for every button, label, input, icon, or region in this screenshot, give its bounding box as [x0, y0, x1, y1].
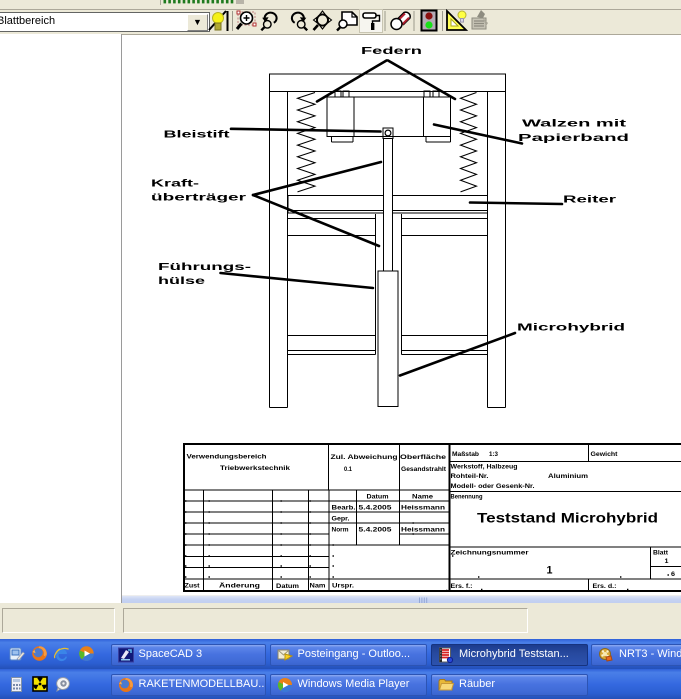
- svg-text:Kraft-: Kraft-: [151, 178, 200, 190]
- svg-text:Gepr.: Gepr.: [332, 516, 350, 523]
- svg-text:Name: Name: [412, 494, 433, 501]
- svg-text:hülse: hülse: [158, 275, 205, 287]
- svg-text:Walzen mit: Walzen mit: [522, 118, 627, 130]
- svg-text:5.4.2005: 5.4.2005: [359, 505, 392, 512]
- svg-text:Triebwerkstechnik: Triebwerkstechnik: [220, 465, 290, 472]
- svg-text:Werkstoff, Halbzeug: Werkstoff, Halbzeug: [451, 464, 518, 471]
- svg-text:Heissmann: Heissmann: [401, 527, 445, 534]
- svg-text:Datum: Datum: [276, 583, 299, 590]
- svg-text:Oberfläche: Oberfläche: [400, 454, 447, 461]
- svg-text:Rohteil-Nr.: Rohteil-Nr.: [451, 473, 489, 480]
- svg-text:Datum: Datum: [367, 494, 389, 501]
- svg-text:Aluminium: Aluminium: [548, 473, 588, 480]
- svg-text:6: 6: [671, 571, 675, 578]
- svg-text:1: 1: [547, 565, 553, 577]
- svg-text:Ers. d.:: Ers. d.:: [593, 583, 617, 590]
- svg-text:Bleistift: Bleistift: [164, 129, 231, 141]
- svg-text:Zust: Zust: [185, 583, 201, 590]
- svg-text:Zeichnungsnummer: Zeichnungsnummer: [451, 550, 530, 557]
- svg-text:5.4.2005: 5.4.2005: [359, 527, 392, 534]
- svg-text:Benennung: Benennung: [451, 494, 483, 501]
- svg-text:Norm: Norm: [332, 527, 349, 534]
- svg-text:Ers. f.:: Ers. f.:: [451, 583, 473, 590]
- svg-text:Verwendungsbereich: Verwendungsbereich: [187, 454, 267, 461]
- svg-text:0.1: 0.1: [344, 466, 352, 473]
- svg-text:Papierband: Papierband: [518, 132, 629, 144]
- svg-text:Heissmann: Heissmann: [401, 505, 445, 512]
- svg-text:1:3: 1:3: [489, 451, 498, 458]
- svg-text:Teststand Microhybrid: Teststand Microhybrid: [477, 511, 658, 526]
- svg-text:Blatt: Blatt: [653, 550, 669, 557]
- svg-text:Reiter: Reiter: [563, 194, 616, 206]
- svg-text:Federn: Federn: [361, 45, 422, 57]
- svg-text:Führungs-: Führungs-: [158, 261, 252, 273]
- svg-text:Änderung: Änderung: [219, 582, 260, 590]
- svg-text:Nam: Nam: [310, 583, 326, 590]
- svg-text:Urspr.: Urspr.: [332, 583, 354, 590]
- svg-text:Maßstab: Maßstab: [452, 451, 479, 458]
- svg-text:Zul. Abweichung: Zul. Abweichung: [331, 454, 398, 461]
- svg-text:Bearb.: Bearb.: [332, 505, 356, 512]
- svg-text:Gesandstrahlt: Gesandstrahlt: [401, 466, 447, 473]
- svg-text:1: 1: [665, 558, 669, 565]
- svg-text:Modell- oder Gesenk-Nr.: Modell- oder Gesenk-Nr.: [451, 483, 535, 490]
- svg-text:überträger: überträger: [151, 192, 246, 204]
- svg-text:Microhybrid: Microhybrid: [517, 322, 625, 334]
- svg-text:Gewicht: Gewicht: [591, 451, 619, 458]
